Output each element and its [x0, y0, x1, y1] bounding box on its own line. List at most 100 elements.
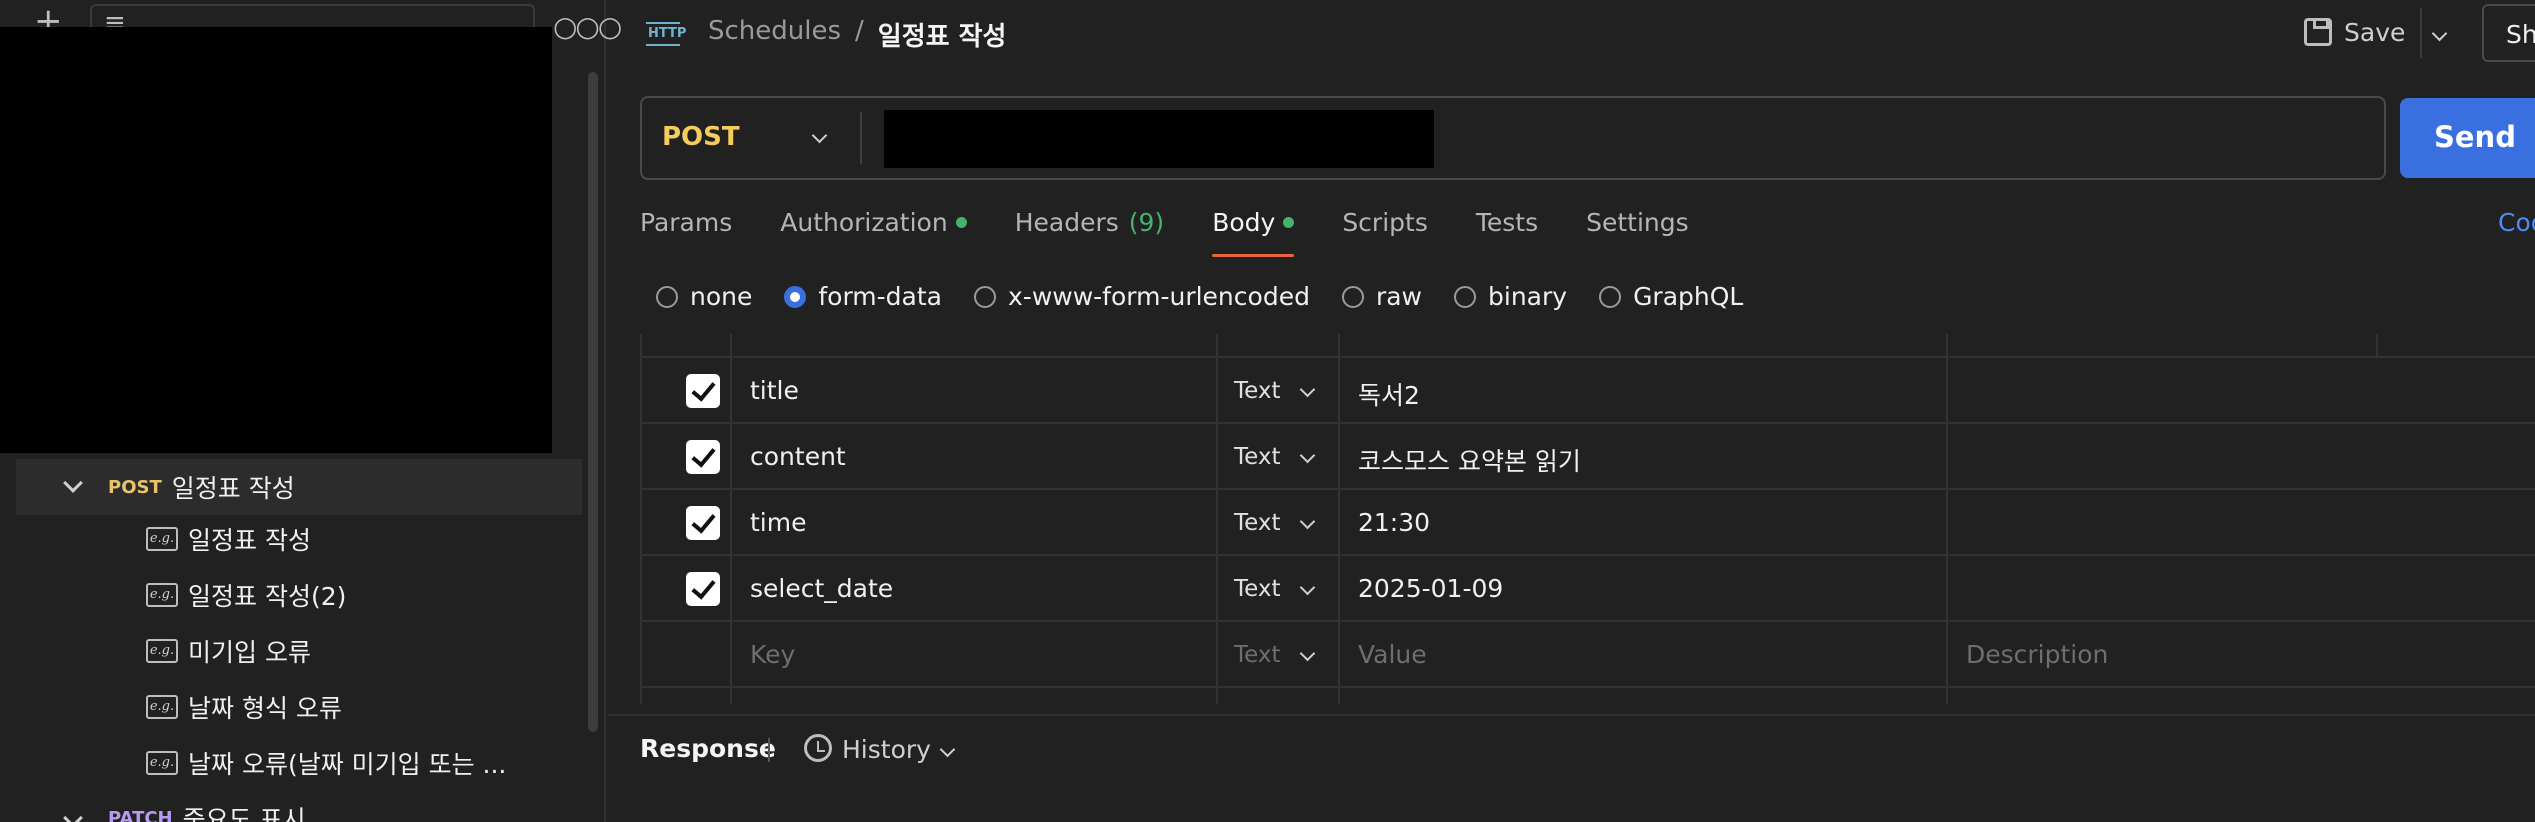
body-type-label: form-data [818, 282, 942, 311]
tab-label: Settings [1586, 208, 1689, 237]
type-select[interactable]: Text [1234, 510, 1281, 536]
key-cell[interactable]: content [750, 442, 846, 471]
sidebar-example-label: 일정표 작성 [188, 526, 311, 555]
type-dropdown[interactable] [1299, 446, 1316, 465]
value-cell[interactable]: 2025-01-09 [1358, 574, 1503, 603]
value-cell[interactable]: 21:30 [1358, 508, 1430, 537]
table-row: content Text 코스모스 요약본 읽기 [640, 424, 2535, 490]
sidebar-item-next-request[interactable]: PATCH 중요도 표시 [16, 800, 306, 822]
row-checkbox[interactable] [686, 374, 720, 408]
save-icon[interactable] [2304, 18, 2332, 46]
save-dropdown-button[interactable] [2431, 24, 2448, 43]
body-type-option[interactable]: raw [1341, 282, 1422, 311]
example-icon: e.g. [146, 639, 178, 663]
radio-button[interactable] [1341, 285, 1364, 308]
sidebar-example-item[interactable]: e.g. 미기입 오류 [146, 631, 311, 671]
value-cell[interactable]: 독서2 [1358, 376, 1420, 412]
body-type-label: x-www-form-urlencoded [1008, 282, 1310, 311]
chevron-down-icon [1299, 447, 1316, 464]
body-type-option[interactable]: binary [1454, 282, 1567, 311]
history-dropdown[interactable] [939, 740, 956, 759]
chevron-down-icon [1299, 645, 1316, 662]
sidebar-example-item[interactable]: e.g. 일정표 작성(2) [146, 575, 346, 615]
chevron-down-icon [811, 127, 828, 144]
redacted-region [0, 27, 552, 453]
body-type-option[interactable]: GraphQL [1599, 282, 1743, 311]
body-type-option[interactable]: form-data [784, 282, 942, 311]
method-tag: PATCH [108, 807, 173, 822]
request-tabs: Params Authorization Headers (9) Body Scripts… [640, 208, 1689, 257]
key-cell[interactable]: select_date [750, 574, 893, 603]
row-checkbox[interactable] [686, 572, 720, 606]
tab-label: Scripts [1342, 208, 1428, 237]
table-row-empty: Key Text Value Description [640, 622, 2535, 688]
sidebar: + ≡ ○○○ POST 일정표 작성 e.g. 일정표 작성 e.g. 일정표 작성… [0, 0, 622, 822]
key-cell[interactable]: title [750, 376, 799, 405]
method-dropdown[interactable] [811, 126, 828, 145]
tab-body[interactable]: Body [1212, 208, 1295, 257]
row-checkbox[interactable] [686, 440, 720, 474]
chevron-down-icon [939, 741, 956, 758]
radio-button[interactable] [784, 285, 807, 308]
sidebar-example-label: 미기입 오류 [188, 638, 311, 667]
type-select[interactable]: Text [1234, 378, 1281, 404]
response-label[interactable]: Response [640, 734, 776, 763]
divider [768, 738, 770, 762]
status-dot [955, 217, 967, 228]
type-dropdown[interactable] [1299, 512, 1316, 531]
key-cell[interactable]: time [750, 508, 806, 537]
save-button[interactable]: Save [2344, 18, 2405, 47]
radio-button[interactable] [1454, 285, 1476, 308]
share-button[interactable]: Sh [2482, 4, 2535, 62]
type-select[interactable]: Text [1234, 576, 1281, 602]
example-icon: e.g. [146, 751, 178, 775]
http-icon: HTTP [646, 18, 686, 48]
chevron-down-icon[interactable] [63, 808, 83, 822]
send-button[interactable]: Send [2400, 98, 2535, 178]
chevron-down-icon [1299, 579, 1316, 596]
sidebar-example-item[interactable]: e.g. 일정표 작성 [146, 519, 311, 559]
description-input[interactable]: Description [1966, 640, 2108, 669]
tab-headers[interactable]: Headers (9) [1015, 208, 1164, 237]
chevron-down-icon[interactable] [63, 473, 83, 493]
history-button[interactable]: History [842, 735, 931, 764]
type-dropdown[interactable] [1299, 380, 1316, 399]
type-dropdown[interactable] [1299, 644, 1316, 663]
url-input[interactable] [884, 110, 1434, 168]
radio-button[interactable] [656, 285, 678, 308]
row-checkbox[interactable] [686, 506, 720, 540]
body-type-label: none [690, 282, 753, 311]
history-icon[interactable] [804, 734, 832, 762]
key-input[interactable]: Key [750, 640, 795, 669]
breadcrumb-separator: / [855, 16, 864, 46]
body-type-option[interactable]: x-www-form-urlencoded [974, 282, 1310, 311]
tab-scripts[interactable]: Scripts [1342, 208, 1428, 237]
sidebar-example-item[interactable]: e.g. 날짜 형식 오류 [146, 687, 342, 727]
tab-params[interactable]: Params [640, 208, 732, 237]
breadcrumb-parent[interactable]: Schedules [708, 16, 841, 53]
code-link[interactable]: Coo [2498, 208, 2535, 237]
value-input[interactable]: Value [1358, 640, 1427, 669]
type-select[interactable]: Text [1234, 642, 1281, 668]
breadcrumb-current[interactable]: 일정표 작성 [878, 16, 1007, 53]
type-dropdown[interactable] [1299, 578, 1316, 597]
radio-button[interactable] [974, 285, 996, 308]
body-type-label: raw [1375, 282, 1422, 311]
body-type-label: GraphQL [1633, 282, 1744, 311]
tab-count: (9) [1128, 208, 1165, 237]
tab-settings[interactable]: Settings [1586, 208, 1689, 237]
tab-tests[interactable]: Tests [1476, 208, 1538, 237]
sidebar-scrollbar[interactable] [588, 72, 598, 732]
type-select[interactable]: Text [1234, 444, 1281, 470]
radio-button[interactable] [1599, 285, 1622, 308]
sidebar-example-label: 일정표 작성(2) [188, 582, 347, 611]
sidebar-example-item[interactable]: e.g. 날짜 오류(날짜 미기입 또는 ... [146, 743, 506, 783]
value-cell[interactable]: 코스모스 요약본 읽기 [1358, 442, 1581, 478]
sidebar-item-selected-request[interactable]: POST 일정표 작성 [16, 459, 582, 515]
method-select[interactable]: POST [662, 122, 740, 152]
tab-authorization[interactable]: Authorization [780, 208, 967, 237]
sidebar-item-label: 중요도 표시 [182, 805, 306, 822]
example-icon: e.g. [146, 695, 178, 719]
body-type-option[interactable]: none [656, 282, 752, 311]
form-data-table: title Text 독서2 content Text 코스모스 요약본 읽기 time Te… [640, 334, 2535, 704]
